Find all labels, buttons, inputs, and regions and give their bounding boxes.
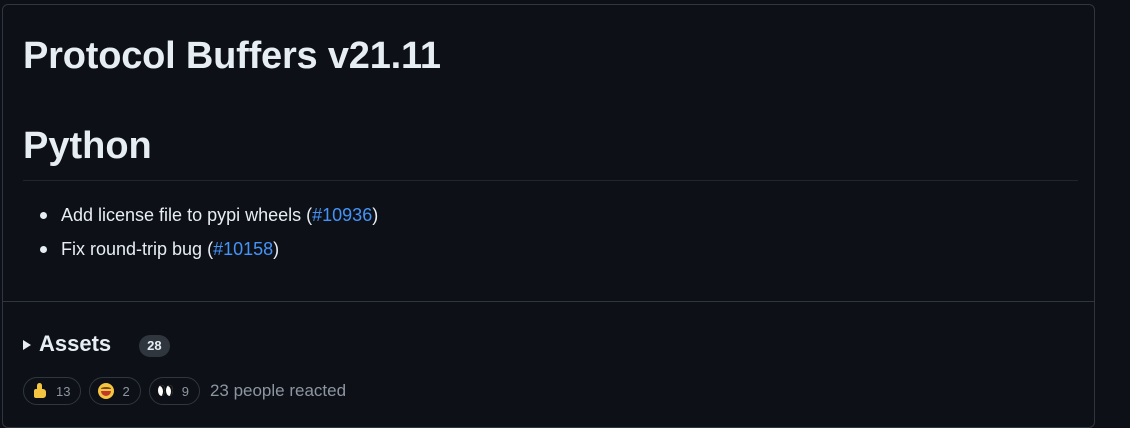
assets-count-badge: 28 [139, 335, 170, 357]
reaction-smile-button[interactable]: 2 [89, 377, 141, 405]
smile-icon [98, 383, 115, 399]
release-title[interactable]: Protocol Buffers v21.11 [23, 33, 441, 79]
release-notes-list: Add license file to pypi wheels (#10936)… [23, 203, 378, 271]
bullet-icon [40, 212, 47, 219]
note-suffix: ) [372, 205, 379, 225]
assets-toggle[interactable]: Assets 28 [23, 329, 170, 359]
thumbs-up-icon [32, 383, 48, 399]
release-card: Protocol Buffers v21.11 Python Add licen… [2, 4, 1095, 428]
note-suffix: ) [273, 239, 280, 259]
assets-label: Assets [39, 331, 112, 356]
bullet-icon [40, 246, 47, 253]
assets-divider [3, 301, 1094, 302]
reactions-bar: 13 2 9 23 people reacted [23, 377, 346, 405]
reactions-summary[interactable]: 23 people reacted [210, 381, 346, 401]
section-heading-python: Python [23, 125, 152, 167]
caret-right-icon [23, 340, 31, 350]
issue-link[interactable]: #10158 [213, 239, 273, 259]
issue-link[interactable]: #10936 [312, 205, 372, 225]
heading-divider [23, 180, 1078, 181]
list-item: Add license file to pypi wheels (#10936) [23, 203, 378, 237]
reaction-thumbs-up-button[interactable]: 13 [23, 377, 82, 405]
reaction-eyes-button[interactable]: 9 [148, 377, 200, 405]
reaction-count: 13 [56, 383, 71, 399]
reaction-count: 2 [122, 383, 130, 399]
reaction-count: 9 [181, 383, 189, 399]
list-item: Fix round-trip bug (#10158) [23, 237, 378, 271]
eyes-icon [157, 383, 174, 399]
note-text: Add license file to pypi wheels ( [61, 205, 313, 225]
note-text: Fix round-trip bug ( [61, 239, 214, 259]
